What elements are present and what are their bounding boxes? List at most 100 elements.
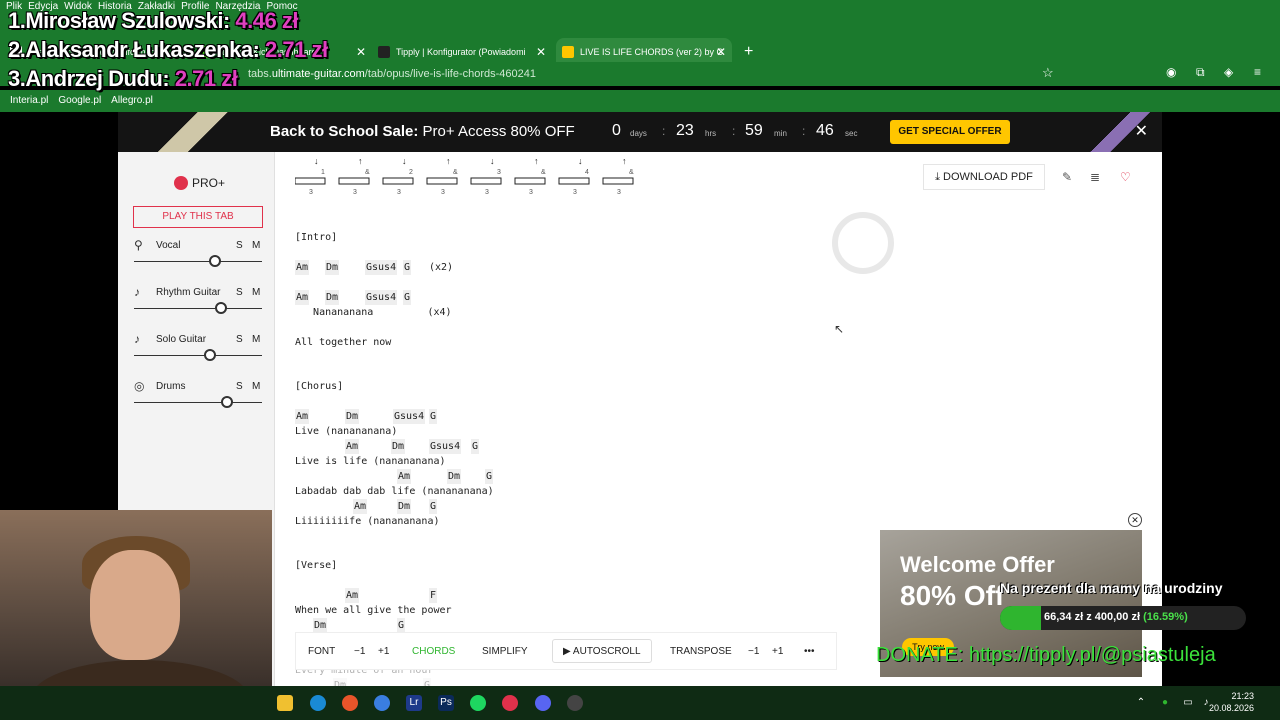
chord[interactable]: Gsus4 bbox=[365, 290, 398, 305]
firefox-taskbar-icon[interactable] bbox=[342, 695, 358, 711]
chord[interactable]: G bbox=[429, 409, 438, 424]
bookmark-item[interactable]: Interia.pl bbox=[10, 95, 48, 106]
chord[interactable]: Gsus4 bbox=[393, 409, 426, 424]
transpose-down-button[interactable]: −1 bbox=[748, 646, 759, 657]
play-this-tab-button[interactable]: PLAY THIS TAB bbox=[133, 206, 263, 228]
bookmark-item[interactable]: Allegro.pl bbox=[111, 95, 153, 106]
chord[interactable]: G bbox=[485, 469, 494, 484]
chord[interactable]: G bbox=[429, 499, 438, 514]
donor-amount: 4.46 zł bbox=[235, 8, 298, 33]
goal-current: 66,34 zł bbox=[1044, 611, 1084, 623]
url-field[interactable]: tabs.ultimate-guitar.com/tab/opus/live-i… bbox=[248, 66, 536, 82]
triplet-label: 3 bbox=[529, 189, 533, 196]
volume-slider-handle[interactable] bbox=[221, 396, 233, 408]
chord[interactable]: Am bbox=[397, 469, 412, 484]
photoshop-icon[interactable]: Ps bbox=[438, 695, 454, 711]
chord[interactable]: Dm bbox=[325, 290, 340, 305]
chord[interactable]: Dm bbox=[447, 469, 462, 484]
chord[interactable]: Dm bbox=[345, 409, 360, 424]
edge-icon[interactable] bbox=[310, 695, 326, 711]
autoscroll-button[interactable]: ▶ AUTOSCROLL bbox=[552, 639, 652, 663]
mute-button[interactable]: M bbox=[252, 287, 260, 298]
chord[interactable]: G bbox=[403, 260, 412, 275]
chord[interactable]: Am bbox=[295, 290, 310, 305]
chord[interactable]: Dm bbox=[333, 678, 348, 686]
volume-slider-track[interactable] bbox=[134, 355, 262, 356]
discord-icon[interactable] bbox=[535, 695, 551, 711]
file-explorer-icon[interactable] bbox=[277, 695, 293, 711]
bookmark-star-icon[interactable]: ☆ bbox=[1042, 65, 1054, 81]
volume-slider-handle[interactable] bbox=[209, 255, 222, 267]
microphone-icon[interactable]: ● bbox=[1157, 695, 1173, 711]
mute-button[interactable]: M bbox=[252, 240, 260, 251]
solo-button[interactable]: S bbox=[236, 240, 243, 251]
chord[interactable]: Am bbox=[345, 588, 360, 603]
transpose-up-button[interactable]: +1 bbox=[772, 646, 783, 657]
list-icon[interactable]: ≣ bbox=[1090, 170, 1100, 184]
volume-slider-track[interactable] bbox=[134, 261, 262, 262]
countdown-sep: : bbox=[662, 124, 666, 138]
lyric-line: When we all give the power bbox=[295, 605, 452, 616]
favorite-heart-icon[interactable]: ♡ bbox=[1120, 170, 1131, 184]
get-special-offer-button[interactable]: GET SPECIAL OFFER bbox=[890, 120, 1010, 144]
volume-slider-handle[interactable] bbox=[215, 302, 228, 314]
chord[interactable]: F bbox=[429, 588, 438, 603]
browser-taskbar-icon[interactable] bbox=[374, 695, 390, 711]
font-increase-button[interactable]: +1 bbox=[378, 646, 389, 657]
welcome-close-icon[interactable]: ✕ bbox=[1128, 513, 1142, 527]
app-icon[interactable] bbox=[502, 695, 518, 711]
chords-toggle[interactable]: CHORDS bbox=[412, 646, 455, 657]
mute-button[interactable]: M bbox=[252, 381, 260, 392]
download-pdf-button[interactable]: ⤓ DOWNLOAD PDF bbox=[923, 164, 1045, 190]
chord[interactable]: Dm bbox=[397, 499, 412, 514]
solo-button[interactable]: S bbox=[236, 334, 243, 345]
welcome-offer-title: Welcome Offer bbox=[900, 552, 1055, 577]
loading-spinner bbox=[832, 212, 894, 274]
spotify-icon[interactable] bbox=[470, 695, 486, 711]
chord[interactable]: G bbox=[397, 618, 406, 633]
triplet-label: 3 bbox=[485, 189, 489, 196]
lyric-line: Live is life (nanananana) bbox=[295, 456, 446, 467]
chord[interactable]: G bbox=[471, 439, 480, 454]
firefox-icon[interactable]: ◈ bbox=[1224, 65, 1233, 79]
bookmark-item[interactable]: Google.pl bbox=[58, 95, 101, 106]
menu-icon[interactable]: ≡ bbox=[1254, 65, 1261, 79]
solo-button[interactable]: S bbox=[236, 381, 243, 392]
solo-button[interactable]: S bbox=[236, 287, 243, 298]
profile-icon[interactable]: ◉ bbox=[1166, 65, 1176, 79]
obs-icon[interactable] bbox=[567, 695, 583, 711]
countdown-seconds: 46 bbox=[816, 122, 834, 139]
simplify-toggle[interactable]: SIMPLIFY bbox=[482, 646, 528, 657]
chord[interactable]: G bbox=[423, 678, 432, 686]
lrc-icon[interactable]: Lr bbox=[406, 695, 422, 711]
donor-2: 2.Alaksandr Łukaszenka: 2.71 zł bbox=[8, 37, 328, 63]
chord[interactable]: Gsus4 bbox=[365, 260, 398, 275]
network-icon[interactable]: ▭ bbox=[1180, 695, 1196, 711]
more-options-icon[interactable]: ••• bbox=[804, 646, 815, 657]
chord[interactable]: G bbox=[403, 290, 412, 305]
donor-rank: 2. bbox=[8, 37, 26, 62]
track-drums: ◎ Drums S M bbox=[132, 379, 262, 425]
chord[interactable]: Am bbox=[345, 439, 360, 454]
chord[interactable]: Gsus4 bbox=[429, 439, 462, 454]
ultimate-guitar-icon bbox=[562, 46, 574, 58]
strum-beat-label: 4 bbox=[585, 169, 589, 176]
mute-button[interactable]: M bbox=[252, 334, 260, 345]
clock-date: 20.08.2026 bbox=[1208, 703, 1254, 713]
chord[interactable]: Am bbox=[295, 260, 310, 275]
play-circle-icon bbox=[174, 176, 188, 190]
microphone-icon: ⚲ bbox=[134, 238, 143, 252]
chord[interactable]: Am bbox=[295, 409, 310, 424]
chord[interactable]: Dm bbox=[325, 260, 340, 275]
chord[interactable]: Am bbox=[353, 499, 368, 514]
volume-slider-handle[interactable] bbox=[203, 349, 216, 361]
font-decrease-button[interactable]: −1 bbox=[354, 646, 365, 657]
tray-chevron-icon[interactable]: ⌃ bbox=[1133, 695, 1149, 711]
extensions-icon[interactable]: ⧉ bbox=[1196, 65, 1205, 80]
edit-icon[interactable]: ✎ bbox=[1062, 170, 1072, 184]
close-icon[interactable]: ✕ bbox=[1135, 121, 1148, 141]
volume-slider-track[interactable] bbox=[134, 308, 262, 309]
chord[interactable]: Dm bbox=[391, 439, 406, 454]
volume-slider-track[interactable] bbox=[134, 402, 262, 403]
chord[interactable]: Dm bbox=[313, 618, 328, 633]
